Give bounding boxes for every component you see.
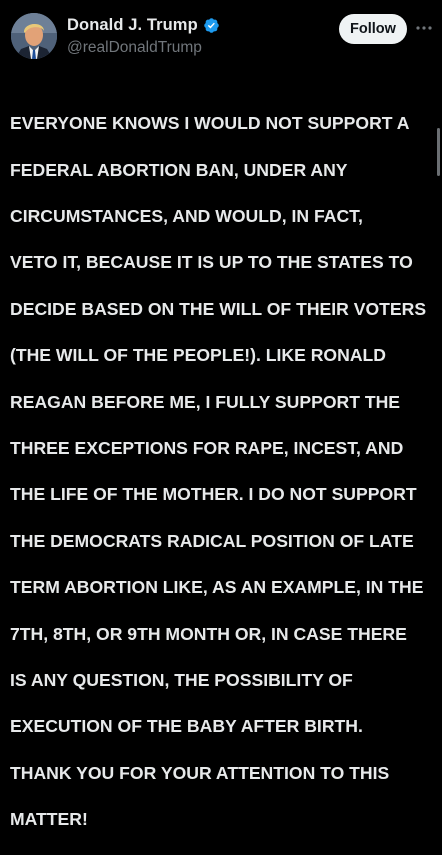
author-handle[interactable]: @realDonaldTrump <box>67 39 220 59</box>
post-text-line: CIRCUMSTANCES, AND WOULD, IN FACT, <box>10 206 363 227</box>
post-text-line: THANK YOU FOR YOUR ATTENTION TO THIS <box>10 762 390 783</box>
avatar-image <box>11 13 57 59</box>
post-text-line: EXECUTION OF THE BABY AFTER BIRTH. <box>10 716 363 737</box>
post-text-line: THREE EXCEPTIONS FOR RAPE, INCEST, AND <box>10 438 404 459</box>
scrollbar-thumb[interactable] <box>437 128 440 176</box>
avatar[interactable] <box>11 13 57 59</box>
post-text-line: EVERYONE KNOWS I WOULD NOT SUPPORT A <box>10 113 410 134</box>
author-display-name[interactable]: Donald J. Trump <box>67 16 198 35</box>
post-text-line: MATTER! <box>10 809 88 830</box>
post-card: Donald J. Trump @realDonaldTrump Follow … <box>0 0 442 829</box>
post-text: EVERYONE KNOWS I WOULD NOT SUPPORT A FED… <box>10 89 434 855</box>
post-text-line: TERM ABORTION LIKE, AS AN EXAMPLE, IN TH… <box>10 577 424 598</box>
post-text-line: FEDERAL ABORTION BAN, UNDER ANY <box>10 159 348 180</box>
post-text-line: (THE WILL OF THE PEOPLE!). LIKE RONALD <box>10 345 386 366</box>
more-horizontal-icon <box>416 26 432 30</box>
author-name-row: Donald J. Trump <box>67 14 220 36</box>
post-text-line: 7TH, 8TH, OR 9TH MONTH OR, IN CASE THERE <box>10 623 407 644</box>
post-text-line: VETO IT, BECAUSE IT IS UP TO THE STATES … <box>10 252 413 273</box>
follow-button[interactable]: Follow <box>339 14 407 44</box>
author-info: Donald J. Trump @realDonaldTrump <box>67 14 220 59</box>
more-options-button[interactable] <box>413 16 435 40</box>
post-text-line: REAGAN BEFORE ME, I FULLY SUPPORT THE <box>10 391 401 412</box>
post-text-line: THE LIFE OF THE MOTHER. I DO NOT SUPPORT <box>10 484 417 505</box>
post-text-line: THE DEMOCRATS RADICAL POSITION OF LATE <box>10 530 414 551</box>
verified-badge-icon <box>203 17 220 34</box>
post-text-line: DECIDE BASED ON THE WILL OF THEIR VOTERS <box>10 298 427 319</box>
post-text-line: IS ANY QUESTION, THE POSSIBILITY OF <box>10 670 353 691</box>
